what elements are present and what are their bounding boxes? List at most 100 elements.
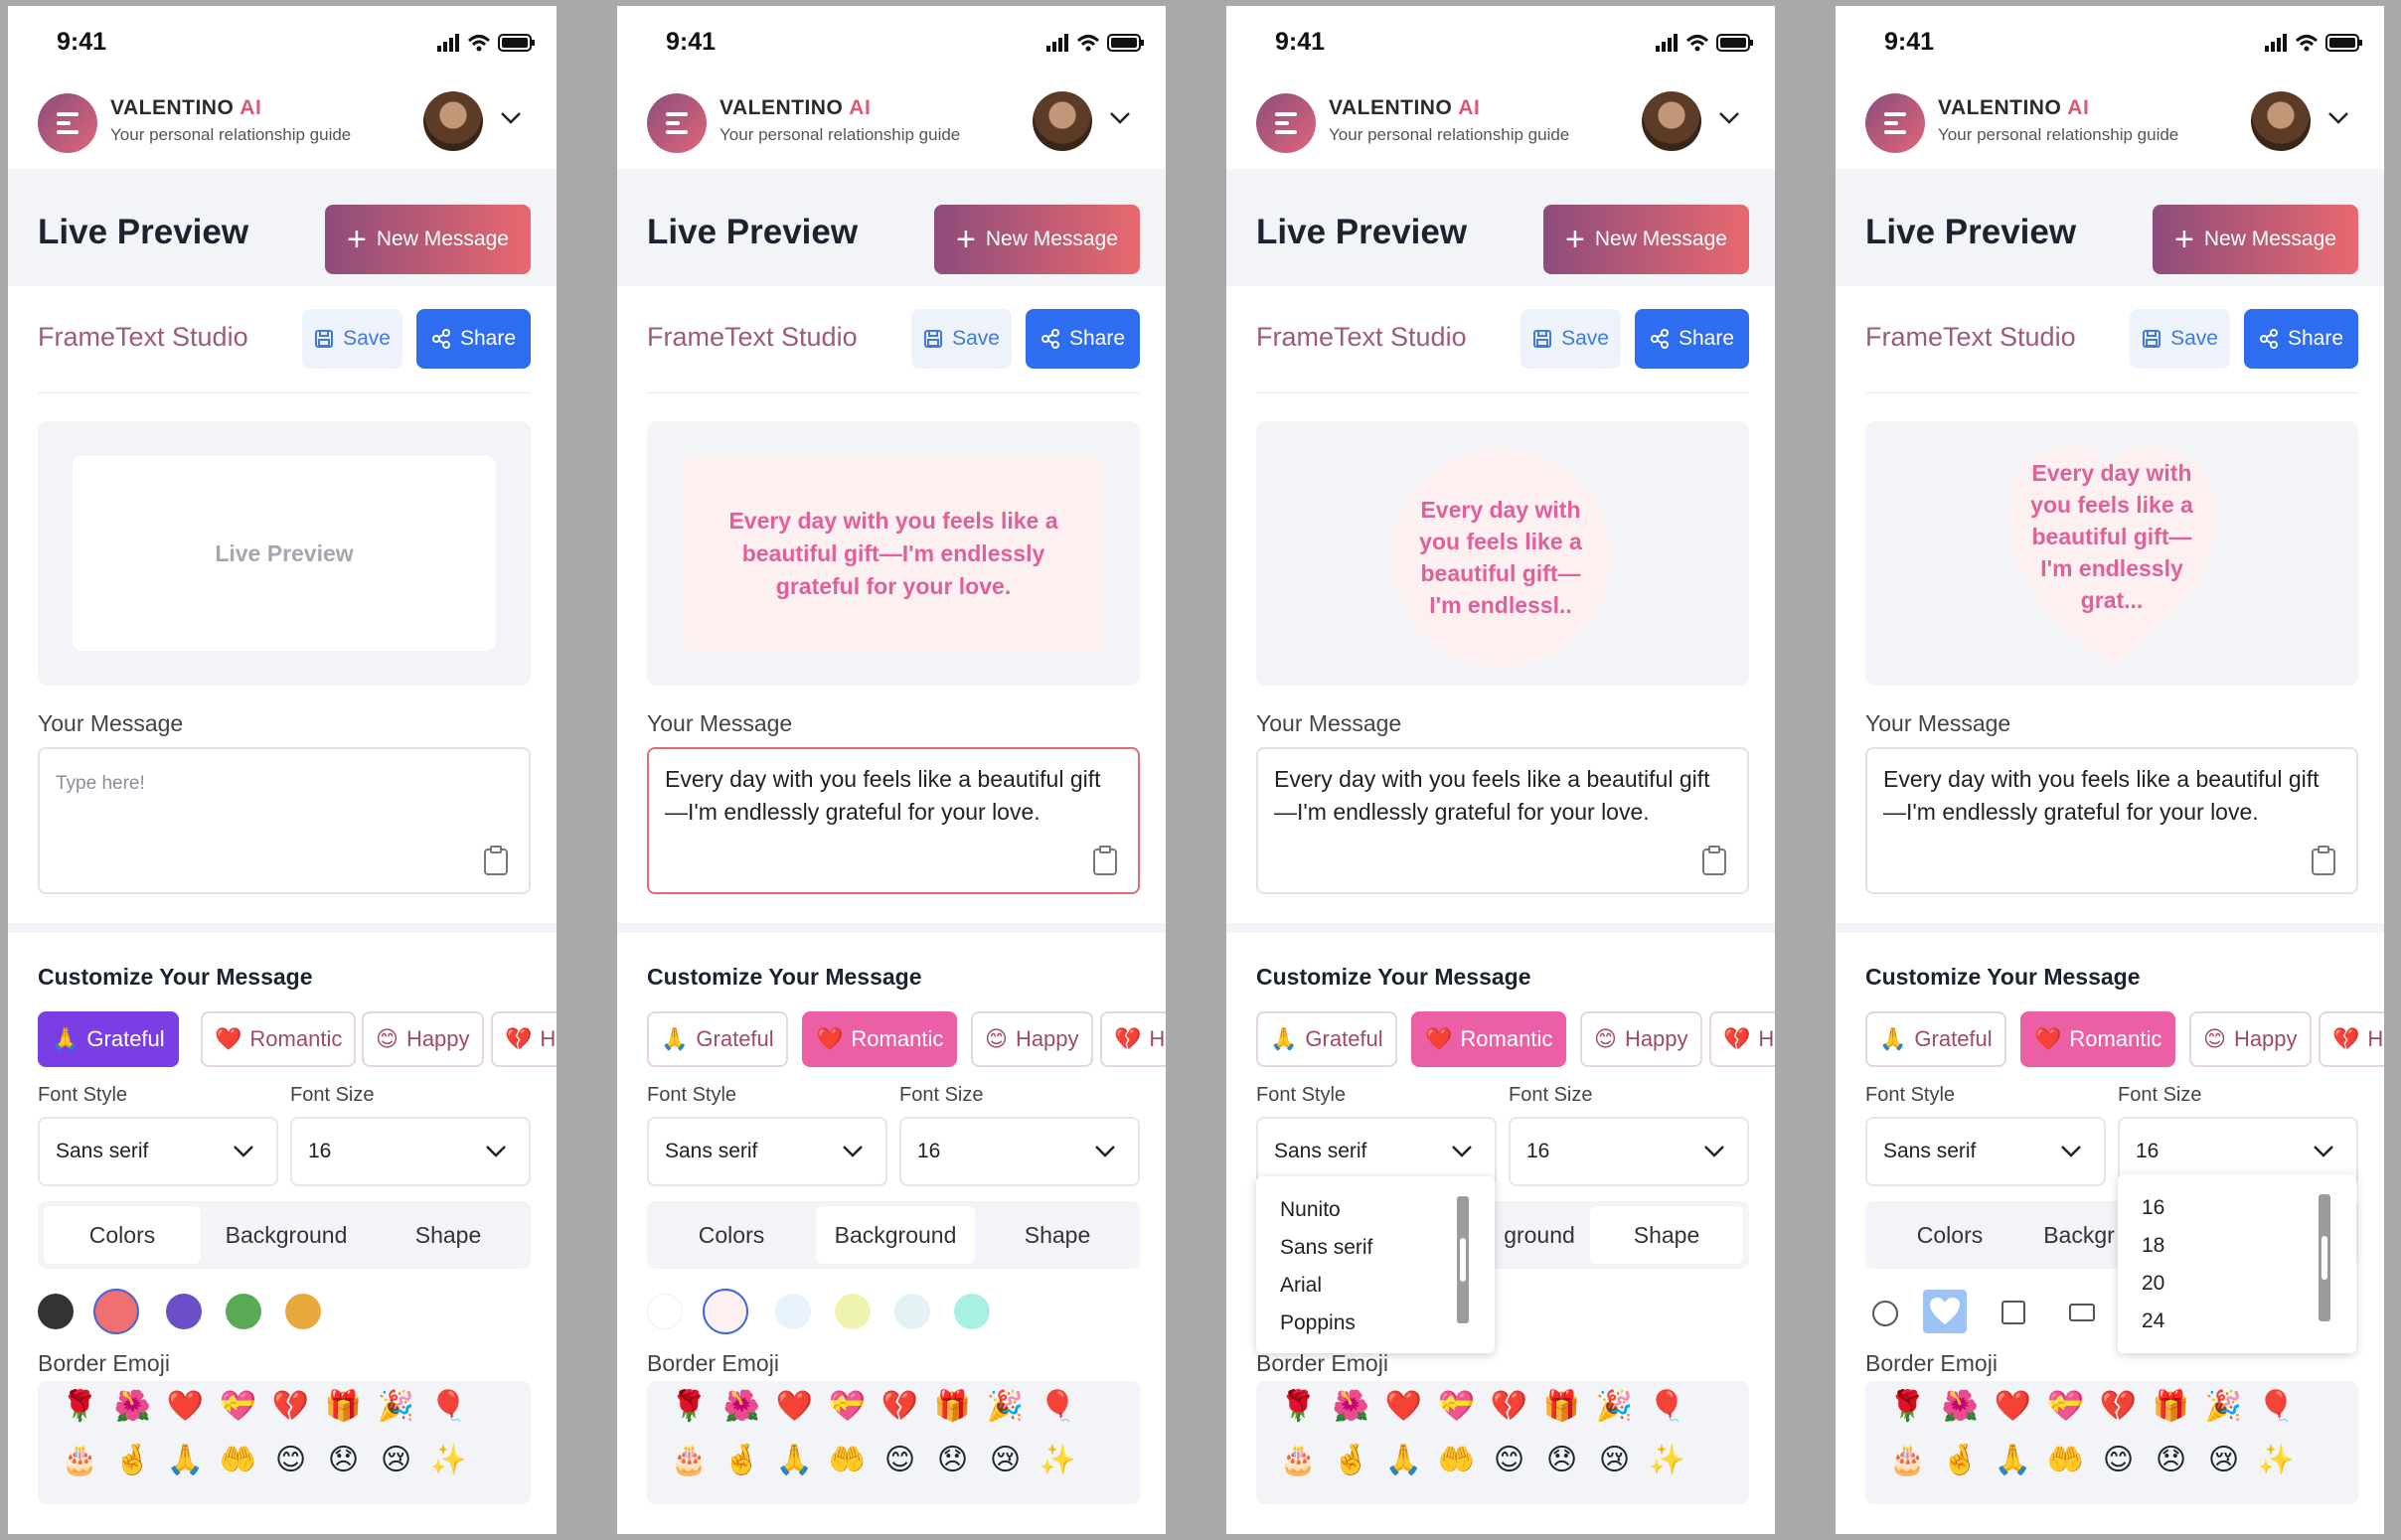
emoji-option[interactable]: ✨ [1641,1443,1693,1477]
font-style-select[interactable]: Sans serif [38,1117,278,1186]
emoji-option[interactable]: 🤞 [716,1443,768,1477]
emoji-option[interactable]: 🎁 [317,1389,370,1424]
share-button[interactable]: Share [416,309,531,369]
emoji-option[interactable]: ❤️ [159,1389,212,1424]
emoji-option[interactable]: 🎈 [1641,1389,1693,1424]
emoji-option[interactable]: 🙏 [1377,1443,1430,1477]
mood-chip-heartbreak[interactable]: 💔He [1709,1011,1775,1067]
emoji-option[interactable]: 😊 [2092,1443,2145,1477]
emoji-option[interactable]: 🌺 [106,1389,159,1424]
emoji-option[interactable]: 😊 [264,1443,317,1477]
emoji-option[interactable]: ❤️ [1377,1389,1430,1424]
emoji-option[interactable]: 💔 [874,1389,926,1424]
emoji-option[interactable]: 😞 [926,1443,979,1477]
save-button[interactable]: Save [911,309,1012,369]
tab-colors[interactable]: Colors [1871,1206,2028,1264]
chevron-down-icon[interactable] [1718,111,1740,125]
font-size-select[interactable]: 16 [1509,1117,1749,1186]
emoji-option[interactable]: 💔 [1483,1389,1535,1424]
emoji-option[interactable]: 🙏 [1987,1443,2039,1477]
emoji-option[interactable]: 🎉 [1588,1389,1641,1424]
rectangle-shape-icon[interactable] [2068,1303,2096,1322]
emoji-option[interactable]: 🤲 [821,1443,874,1477]
size-option-18[interactable]: 18 [2142,1234,2164,1258]
new-message-button[interactable]: + New Message [934,205,1140,274]
emoji-option[interactable]: 🤞 [106,1443,159,1477]
mood-chip-romantic[interactable]: ❤️ Romantic [802,1011,958,1067]
font-style-select[interactable]: Sans serif [1865,1117,2106,1186]
emoji-option[interactable]: 🎉 [370,1389,422,1424]
emoji-option[interactable]: 🎂 [663,1443,716,1477]
menu-logo-icon[interactable] [38,93,97,153]
mood-chip-romantic[interactable]: ❤️ Romantic [1411,1011,1567,1067]
emoji-option[interactable]: 🎁 [1535,1389,1588,1424]
bg-swatch[interactable] [647,1294,683,1329]
mood-chip-grateful[interactable]: 🙏 Grateful [1256,1011,1397,1067]
mood-chip-heartbreak[interactable]: 💔He [1100,1011,1166,1067]
emoji-option[interactable]: ✨ [1032,1443,1084,1477]
emoji-option[interactable]: 🌺 [716,1389,768,1424]
emoji-option[interactable]: 🎈 [2250,1389,2303,1424]
tab-shape[interactable]: Shape [981,1206,1134,1264]
color-swatch[interactable] [285,1294,321,1329]
mood-chip-happy[interactable]: 😊 Happy [1580,1011,1702,1067]
emoji-option[interactable]: 🎉 [2197,1389,2250,1424]
chevron-down-icon[interactable] [500,111,522,125]
mood-chip-happy[interactable]: 😊 Happy [362,1011,484,1067]
font-style-select[interactable]: Sans serif [647,1117,887,1186]
new-message-button[interactable]: + New Message [325,205,531,274]
emoji-option[interactable]: 😢 [1588,1443,1641,1477]
emoji-option[interactable]: 🙏 [159,1443,212,1477]
message-textarea[interactable]: Type here! [38,747,531,894]
menu-logo-icon[interactable] [647,93,707,153]
share-button[interactable]: Share [1635,309,1749,369]
emoji-option[interactable]: 😊 [1483,1443,1535,1477]
mood-chip-romantic[interactable]: ❤️ Romantic [201,1011,357,1067]
emoji-option[interactable]: 🌹 [663,1389,716,1424]
emoji-option[interactable]: 🎈 [422,1389,475,1424]
heart-shape-option-selected[interactable] [1923,1290,1967,1333]
bg-swatch-selected[interactable] [703,1289,748,1334]
avatar[interactable] [423,91,483,151]
save-button[interactable]: Save [2130,309,2230,369]
font-size-select[interactable]: 16 [899,1117,1140,1186]
emoji-option[interactable]: 🤲 [212,1443,264,1477]
emoji-option[interactable]: 🌹 [1272,1389,1325,1424]
message-textarea[interactable]: Every day with you feels like a beautifu… [1865,747,2358,894]
new-message-button[interactable]: + New Message [2153,205,2358,274]
emoji-option[interactable]: 🌺 [1325,1389,1377,1424]
chevron-down-icon[interactable] [2327,111,2349,125]
emoji-option[interactable]: 😞 [2145,1443,2197,1477]
chevron-down-icon[interactable] [1109,111,1131,125]
emoji-option[interactable]: 😞 [1535,1443,1588,1477]
avatar[interactable] [2251,91,2311,151]
bg-swatch[interactable] [894,1294,930,1329]
share-button[interactable]: Share [2244,309,2358,369]
tab-colors[interactable]: Colors [44,1206,201,1264]
emoji-option[interactable]: 🎉 [979,1389,1032,1424]
new-message-button[interactable]: + New Message [1543,205,1749,274]
message-textarea[interactable]: Every day with you feels like a beautifu… [1256,747,1749,894]
font-option-poppins[interactable]: Poppins [1280,1311,1356,1335]
mood-chip-heartbreak[interactable]: 💔He [2319,1011,2384,1067]
emoji-option[interactable]: ✨ [422,1443,475,1477]
mood-chip-happy[interactable]: 😊 Happy [971,1011,1093,1067]
color-swatch[interactable] [38,1294,74,1329]
emoji-option[interactable]: 🤞 [1325,1443,1377,1477]
emoji-option[interactable]: 😢 [979,1443,1032,1477]
clipboard-icon[interactable] [483,845,509,876]
save-button[interactable]: Save [302,309,402,369]
avatar[interactable] [1033,91,1092,151]
clipboard-icon[interactable] [1701,845,1727,876]
square-shape-icon[interactable] [2001,1300,2026,1325]
clipboard-icon[interactable] [2311,845,2336,876]
emoji-option[interactable]: 🌹 [54,1389,106,1424]
emoji-option[interactable]: ❤️ [768,1389,821,1424]
emoji-option[interactable]: 🤲 [1430,1443,1483,1477]
tab-shape[interactable]: Shape [372,1206,525,1264]
emoji-option[interactable]: 🙏 [768,1443,821,1477]
mood-chip-grateful[interactable]: 🙏 Grateful [1865,1011,2006,1067]
emoji-option[interactable]: 🎂 [54,1443,106,1477]
emoji-option[interactable]: 💔 [2092,1389,2145,1424]
bg-swatch[interactable] [835,1294,871,1329]
